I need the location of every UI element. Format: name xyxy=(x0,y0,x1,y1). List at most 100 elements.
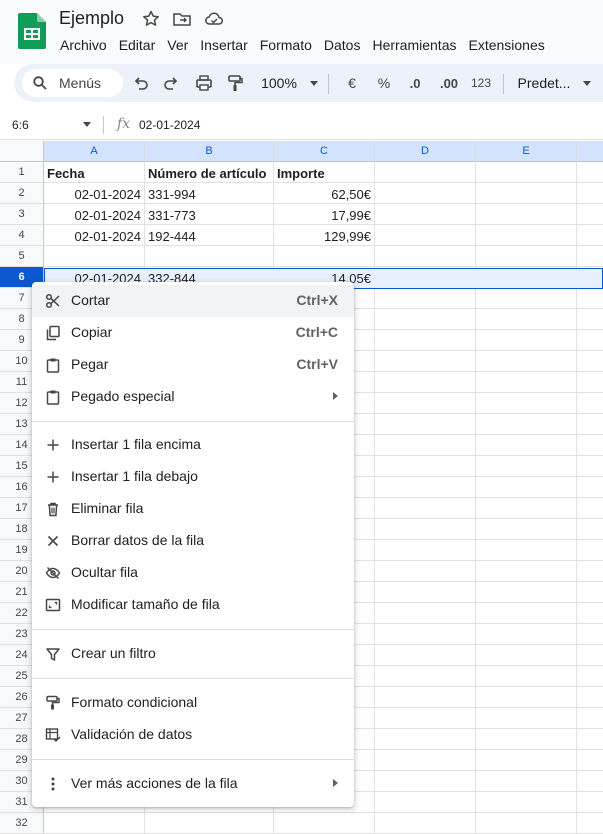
menu-extensiones[interactable]: Extensiones xyxy=(462,35,550,55)
header: Ejemplo Archivo Editar Ver Insertar Form… xyxy=(0,0,603,64)
row-header-1[interactable]: 1 xyxy=(0,162,44,183)
name-box[interactable]: 6:6 xyxy=(12,118,29,132)
column-header-c[interactable]: C xyxy=(274,141,375,162)
menu-herramientas[interactable]: Herramientas xyxy=(366,35,462,55)
column-header-e[interactable]: E xyxy=(476,141,577,162)
cell-c4[interactable]: 129,99€ xyxy=(274,226,374,247)
cell-b4[interactable]: 192-444 xyxy=(145,226,273,247)
column-gridline xyxy=(576,162,577,834)
menu-item-paste[interactable]: Pegar Ctrl+V xyxy=(32,349,354,381)
menu-item-label: Borrar datos de la fila xyxy=(71,532,205,548)
cell-a3[interactable]: 02-01-2024 xyxy=(44,205,144,226)
menu-item-label: Ver más acciones de la fila xyxy=(71,775,238,791)
menu-insertar[interactable]: Insertar xyxy=(194,35,253,55)
menu-item-clear-row[interactable]: Borrar datos de la fila xyxy=(32,525,354,557)
redo-icon[interactable] xyxy=(163,73,179,93)
formula-bar: 6:6 fx 02-01-2024 xyxy=(0,110,603,140)
menu-item-conditional-format[interactable]: Formato condicional xyxy=(32,687,354,719)
menu-item-label: Eliminar fila xyxy=(71,500,144,516)
cloud-saved-icon[interactable] xyxy=(204,9,224,29)
menu-archivo[interactable]: Archivo xyxy=(54,35,113,55)
undo-icon[interactable] xyxy=(133,73,149,93)
menu-item-copy[interactable]: Copiar Ctrl+C xyxy=(32,317,354,349)
cell-a2[interactable]: 02-01-2024 xyxy=(44,184,144,205)
column-header-f[interactable] xyxy=(577,141,603,162)
menu-item-resize-row[interactable]: Modificar tamaño de fila xyxy=(32,589,354,621)
submenu-arrow-icon xyxy=(333,392,338,400)
print-icon[interactable] xyxy=(195,73,213,93)
zoom-chevron-down-icon[interactable] xyxy=(310,81,318,86)
menu-bar: Archivo Editar Ver Insertar Formato Dato… xyxy=(54,35,551,55)
name-box-chevron-down-icon[interactable] xyxy=(83,122,91,127)
menu-item-create-filter[interactable]: Crear un filtro xyxy=(32,638,354,670)
column-header-b[interactable]: B xyxy=(145,141,274,162)
menu-formato[interactable]: Formato xyxy=(254,35,318,55)
menu-item-label: Ocultar fila xyxy=(71,564,138,580)
cell-a1[interactable]: Fecha xyxy=(44,163,144,184)
zoom-select[interactable]: 100% xyxy=(258,73,300,93)
menu-item-label: Cortar xyxy=(71,292,110,308)
cell-c1[interactable]: Importe xyxy=(274,163,374,184)
menu-item-insert-row-above[interactable]: Insertar 1 fila encima xyxy=(32,429,354,461)
shortcut-label: Ctrl+X xyxy=(296,292,338,308)
sheets-logo-icon[interactable] xyxy=(18,13,46,49)
row-header-4[interactable]: 4 xyxy=(0,225,44,246)
row-header-2[interactable]: 2 xyxy=(0,183,44,204)
paint-format-icon xyxy=(46,695,60,710)
menu-divider xyxy=(32,629,354,630)
row-header-3[interactable]: 3 xyxy=(0,204,44,225)
menu-item-label: Crear un filtro xyxy=(71,645,156,661)
menu-item-delete-row[interactable]: Eliminar fila xyxy=(32,493,354,525)
menu-item-paste-special[interactable]: Pegado especial xyxy=(32,381,354,413)
move-folder-icon[interactable] xyxy=(172,9,192,29)
toolbar: Menús 100% € % .0 .00 123 Predet... xyxy=(14,64,603,102)
menu-ver[interactable]: Ver xyxy=(161,35,194,55)
menu-datos[interactable]: Datos xyxy=(318,35,367,55)
shortcut-label: Ctrl+C xyxy=(295,324,338,340)
cell-b1[interactable]: Número de artículo xyxy=(145,163,273,184)
decrease-decimal-button[interactable]: .0 xyxy=(403,73,427,93)
column-header-d[interactable]: D xyxy=(375,141,476,162)
formula-divider xyxy=(103,116,104,134)
menu-item-insert-row-below[interactable]: Insertar 1 fila debajo xyxy=(32,461,354,493)
scissors-icon xyxy=(45,293,60,309)
row-context-menu: Cortar Ctrl+X Copiar Ctrl+C Pegar Ctrl+V… xyxy=(32,282,354,807)
select-all-corner[interactable] xyxy=(0,141,44,162)
menu-search[interactable]: Menús xyxy=(22,69,123,97)
row-gridline xyxy=(44,266,603,267)
cell-a4[interactable]: 02-01-2024 xyxy=(44,226,144,247)
filter-icon xyxy=(46,648,60,661)
star-icon[interactable] xyxy=(141,9,161,29)
cell-c3[interactable]: 17,99€ xyxy=(274,205,374,226)
formula-input[interactable]: 02-01-2024 xyxy=(139,118,200,132)
eye-off-icon xyxy=(45,566,61,580)
menu-item-label: Formato condicional xyxy=(71,694,198,710)
toolbar-divider xyxy=(503,74,504,94)
search-icon xyxy=(33,76,47,90)
cell-b2[interactable]: 331-994 xyxy=(145,184,273,205)
menu-item-more-row-actions[interactable]: Ver más acciones de la fila xyxy=(32,768,354,800)
paint-format-icon[interactable] xyxy=(226,73,244,93)
menu-item-label: Modificar tamaño de fila xyxy=(71,596,220,612)
menu-divider xyxy=(32,421,354,422)
trash-icon xyxy=(48,502,58,517)
plus-icon xyxy=(47,439,59,451)
increase-decimal-button[interactable]: .00 xyxy=(435,73,463,93)
menu-item-data-validation[interactable]: Validación de datos xyxy=(32,719,354,751)
menu-editar[interactable]: Editar xyxy=(113,35,162,55)
document-title[interactable]: Ejemplo xyxy=(59,8,124,29)
column-header-a[interactable]: A xyxy=(44,141,145,162)
row-header-32[interactable]: 32 xyxy=(0,813,44,834)
cell-b3[interactable]: 331-773 xyxy=(145,205,273,226)
row-header-5[interactable]: 5 xyxy=(0,246,44,267)
font-chevron-down-icon[interactable] xyxy=(583,81,591,86)
menu-item-hide-row[interactable]: Ocultar fila xyxy=(32,557,354,589)
percent-format-button[interactable]: % xyxy=(374,73,394,93)
font-select[interactable]: Predet... xyxy=(514,73,574,93)
number-format-button[interactable]: 123 xyxy=(469,73,493,93)
currency-format-button[interactable]: € xyxy=(342,73,362,93)
menu-item-label: Pegar xyxy=(71,356,109,372)
cell-c2[interactable]: 62,50€ xyxy=(274,184,374,205)
clipboard-icon xyxy=(46,390,60,405)
menu-item-cut[interactable]: Cortar Ctrl+X xyxy=(32,285,354,317)
